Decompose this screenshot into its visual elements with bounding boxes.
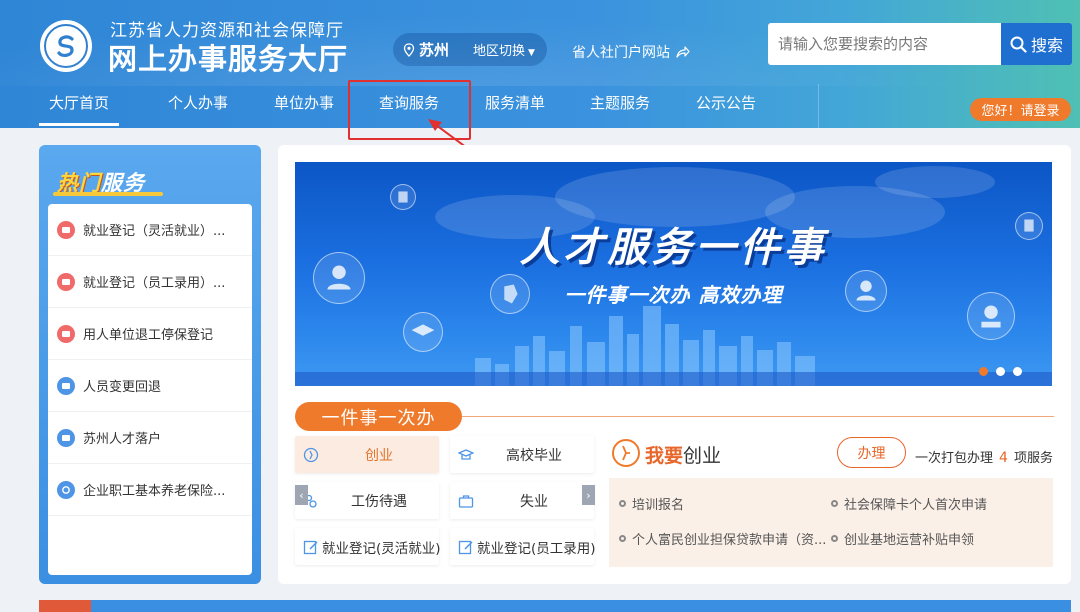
site-logo[interactable] — [40, 20, 92, 72]
search-icon — [1010, 36, 1027, 53]
service-button-flexible-employment[interactable]: 就业登记(灵活就业) — [295, 528, 441, 565]
nav-item-personal[interactable]: 个人办事 — [168, 92, 228, 113]
region-selector: 苏州 地区切换 ▼ — [393, 33, 547, 66]
section-divider — [462, 416, 1054, 417]
detail-title-topic: 创业 — [683, 445, 722, 467]
current-city: 苏州 — [419, 41, 450, 59]
detail-item[interactable]: 培训报名 — [619, 494, 684, 513]
service-button-label: 就业登记(灵活就业) — [322, 540, 441, 557]
startup-badge-icon — [612, 439, 640, 467]
hot-service-label: 就业登记（员工录用）... — [83, 276, 226, 291]
id-card-icon — [57, 220, 75, 239]
nav-item-service-list[interactable]: 服务清单 — [485, 92, 545, 113]
search-button[interactable]: 搜索 — [1001, 23, 1072, 65]
service-button-label: 工伤待遇 — [351, 493, 407, 510]
briefcase-icon — [458, 494, 474, 508]
detail-item[interactable]: 创业基地运营补贴申领 — [831, 529, 974, 548]
scroll-left-arrow-icon[interactable]: ‹ — [295, 485, 308, 505]
search-button-label: 搜索 — [1030, 36, 1063, 55]
banner-title: 人才服务一件事 — [519, 225, 828, 271]
hot-service-label: 人员变更回退 — [83, 380, 162, 395]
startup-icon — [303, 447, 319, 462]
bundle-summary: 一次打包办理 4 项服务 — [915, 447, 1053, 466]
service-button-label: 失业 — [520, 493, 548, 510]
hot-service-label: 苏州人才落户 — [83, 432, 162, 447]
nav-item-theme[interactable]: 主题服务 — [590, 92, 650, 113]
promo-banner[interactable]: 人才服务一件事 一件事一次办 高效办理 — [295, 162, 1052, 386]
edit-icon — [458, 540, 473, 554]
banner-subtitle: 一件事一次办 高效办理 — [564, 283, 783, 307]
id-card-icon — [57, 324, 75, 343]
service-button-graduate[interactable]: 高校毕业 — [450, 436, 594, 473]
id-card-icon — [57, 376, 75, 395]
service-button-staff-hiring[interactable]: 就业登记(员工录用) — [450, 528, 596, 565]
id-card-icon — [57, 272, 75, 291]
nav-item-home[interactable]: 大厅首页 — [38, 92, 120, 126]
share-arrow-icon — [676, 46, 690, 58]
region-switch-button[interactable]: 地区切换 ▼ — [473, 40, 535, 59]
region-switch-label: 地区切换 — [473, 44, 526, 59]
bundle-prefix: 一次打包办理 — [915, 451, 994, 466]
hot-service-label: 企业职工基本养老保险... — [83, 484, 226, 499]
document-icon — [390, 184, 416, 210]
service-button-label: 就业登记(员工录用) — [477, 540, 596, 557]
hot-service-label: 用人单位退工停保登记 — [83, 328, 214, 343]
hot-service-label: 就业登记（灵活就业）... — [83, 224, 226, 239]
portal-link-label: 省人社门户网站 — [572, 45, 670, 61]
login-button[interactable]: 您好！请登录 — [970, 98, 1071, 121]
handle-button[interactable]: 办理 — [837, 437, 906, 468]
detail-item[interactable]: 社会保障卡个人首次申请 — [831, 494, 987, 513]
scroll-right-arrow-icon[interactable]: › — [582, 485, 595, 505]
carousel-dot[interactable] — [979, 367, 988, 376]
location-pin-icon — [403, 42, 415, 57]
carousel-dots — [979, 367, 1022, 376]
carousel-dot[interactable] — [1013, 367, 1022, 376]
service-button-unemployment[interactable]: 失业 — [450, 482, 594, 519]
one-thing-section-tab: 一件事一次办 — [295, 402, 462, 431]
city-skyline-graphic — [295, 306, 1052, 386]
detail-item[interactable]: 个人富民创业担保贷款申请（资... — [619, 529, 826, 548]
hot-service-item[interactable]: 苏州人才落户 — [48, 412, 252, 464]
nav-divider — [818, 84, 819, 128]
service-button-label: 高校毕业 — [506, 447, 562, 464]
hot-service-item[interactable]: 用人单位退工停保登记 — [48, 308, 252, 360]
detail-title-prefix: 我要 — [645, 445, 684, 467]
bundle-suffix: 项服务 — [1013, 451, 1053, 466]
bundle-count: 4 — [999, 450, 1008, 466]
hot-services-list: 就业登记（灵活就业）... 就业登记（员工录用）... 用人单位退工停保登记 人… — [48, 204, 252, 575]
hot-service-item[interactable]: 就业登记（员工录用）... — [48, 256, 252, 308]
header: 江苏省人力资源和社会保障厅 网上办事服务大厅 苏州 地区切换 ▼ 省人社门户网站 … — [0, 0, 1080, 128]
search-input[interactable] — [768, 23, 1002, 65]
portal-link[interactable]: 省人社门户网站 — [572, 42, 690, 62]
pension-icon — [57, 480, 75, 499]
edit-icon — [303, 540, 318, 554]
detail-title: 我要创业 — [645, 441, 721, 468]
hot-services-panel: 热门服务 就业登记（灵活就业）... 就业登记（员工录用）... 用人单位退工停… — [39, 145, 261, 584]
detail-items-area: 培训报名 社会保障卡个人首次申请 个人富民创业担保贷款申请（资... 创业基地运… — [609, 478, 1053, 567]
service-button-injury[interactable]: 工伤待遇 — [295, 482, 439, 519]
service-button-label: 创业 — [365, 447, 393, 464]
detail-header: 我要创业 办理 一次打包办理 4 项服务 — [609, 436, 1053, 478]
carousel-dot[interactable] — [996, 367, 1005, 376]
main-panel: 人才服务一件事 一件事一次办 高效办理 一件事一次办 创业 高校毕业 工伤待遇 … — [278, 145, 1071, 584]
caret-down-icon: ▼ — [528, 48, 535, 58]
nav-item-unit[interactable]: 单位办事 — [274, 92, 334, 113]
logo-emblem-icon — [44, 24, 88, 68]
title-underline — [53, 192, 163, 196]
site-name: 网上办事服务大厅 — [108, 42, 349, 76]
id-card-icon — [57, 428, 75, 447]
next-section-strip — [39, 600, 1071, 612]
hot-service-item[interactable]: 就业登记（灵活就业）... — [48, 204, 252, 256]
graduate-icon — [458, 448, 474, 460]
nav-item-notice[interactable]: 公示公告 — [696, 92, 756, 113]
hot-service-item[interactable]: 人员变更回退 — [48, 360, 252, 412]
hot-service-item[interactable]: 企业职工基本养老保险... — [48, 464, 252, 516]
service-button-startup[interactable]: 创业 — [295, 436, 439, 473]
